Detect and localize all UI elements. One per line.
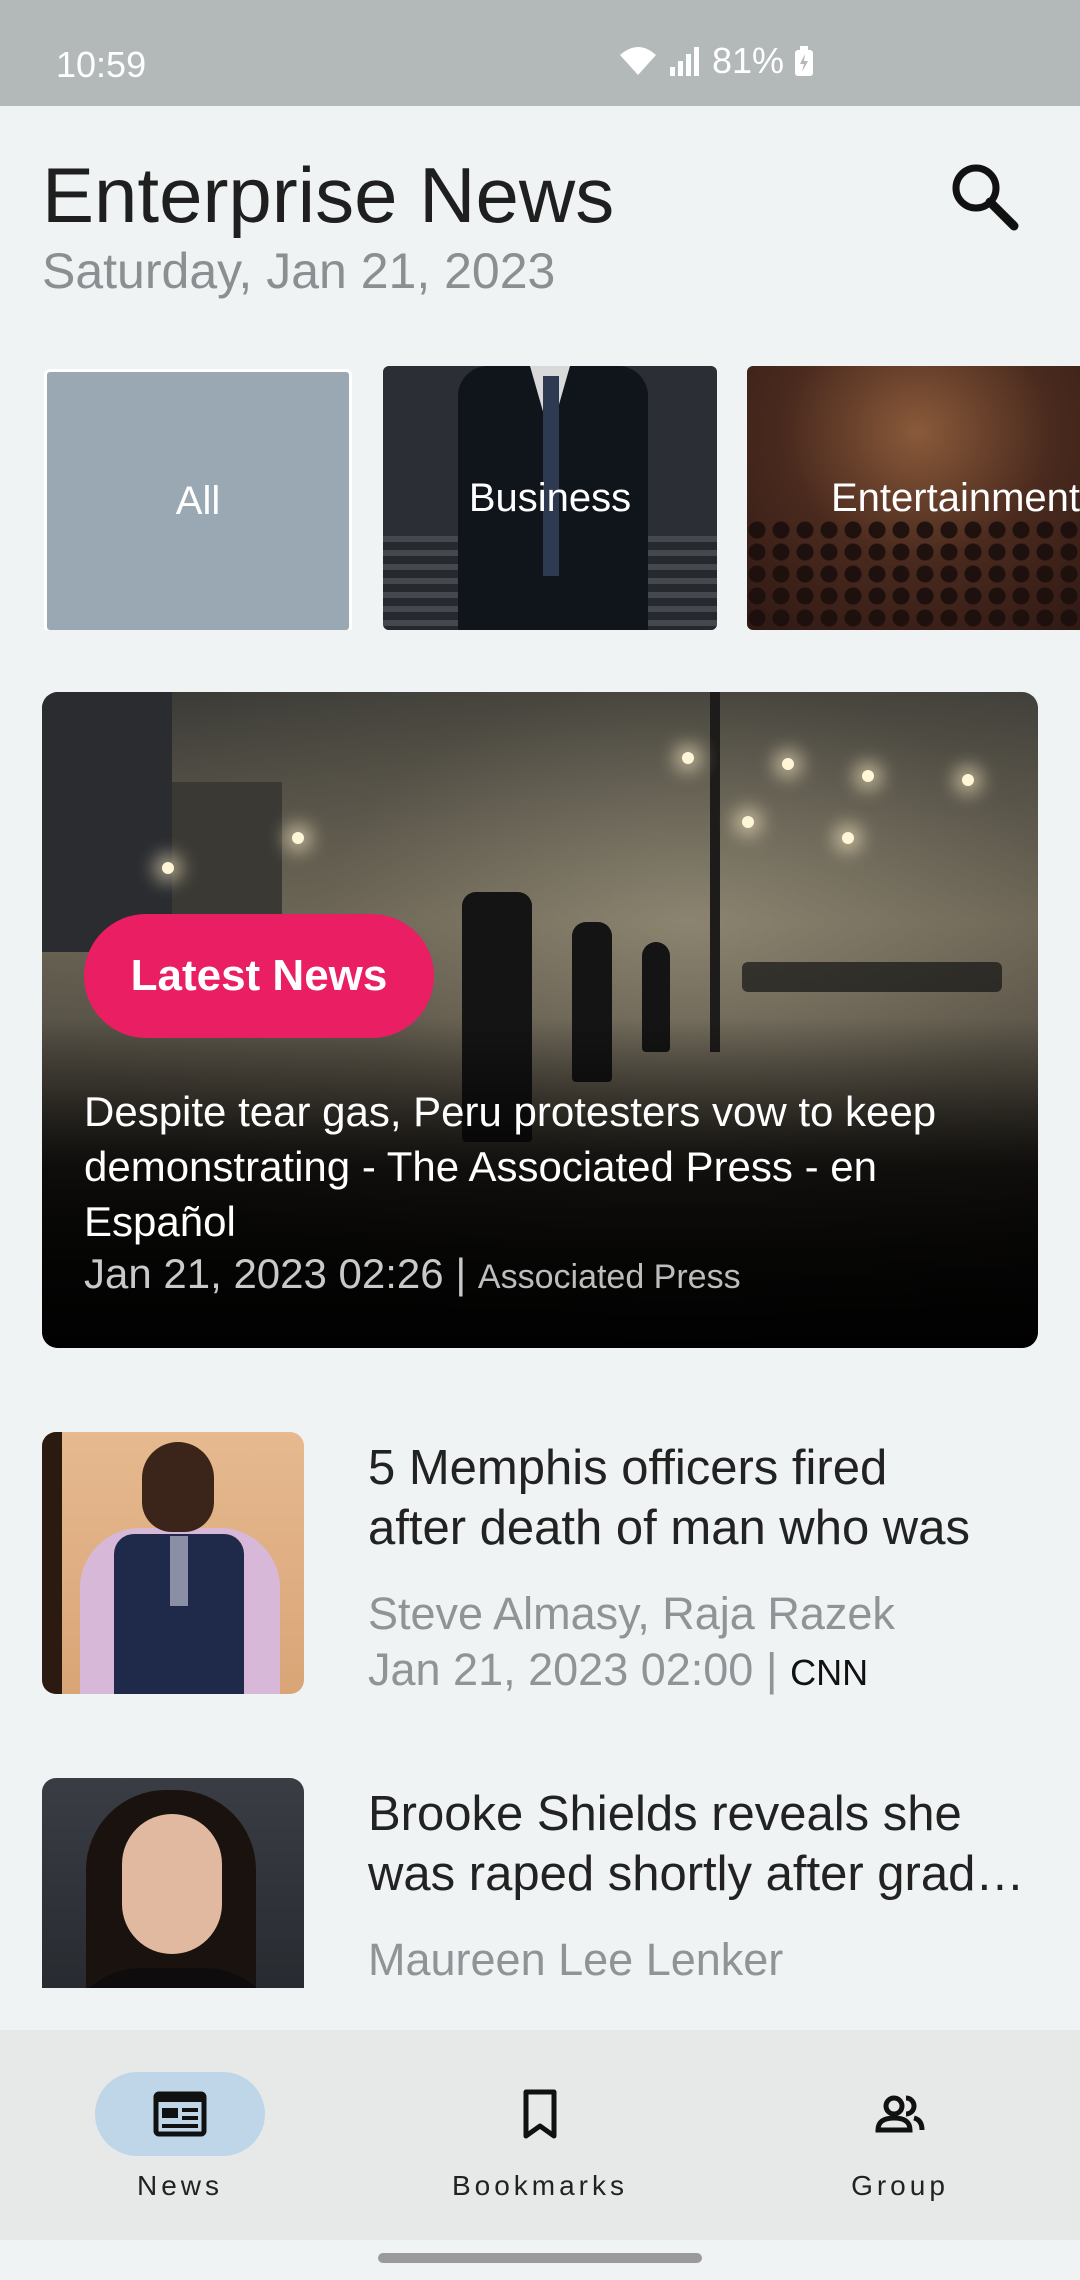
bottom-navigation: News Bookmarks Group <box>0 2030 1080 2240</box>
category-business[interactable]: Business <box>383 366 717 630</box>
search-button[interactable] <box>944 156 1024 236</box>
category-all[interactable]: All <box>44 369 352 630</box>
category-label: All <box>175 478 221 523</box>
nav-item-group[interactable]: Group <box>792 2072 1012 2202</box>
page-date: Saturday, Jan 21, 2023 <box>42 243 556 299</box>
group-icon <box>875 2095 925 2133</box>
featured-source: Associated Press <box>477 1258 741 1296</box>
category-list: All Business Entertainment <box>0 366 1080 630</box>
article-thumbnail <box>42 1778 304 1988</box>
search-icon <box>952 164 1019 231</box>
page-title: Enterprise News <box>42 151 615 239</box>
featured-title: Despite tear gas, Peru protesters vow to… <box>84 1088 937 1245</box>
category-image <box>747 520 1080 630</box>
featured-date: Jan 21, 2023 02:26 <box>84 1250 444 1297</box>
latest-news-badge: Latest News <box>84 914 434 1038</box>
gesture-bar[interactable] <box>378 2253 702 2263</box>
nav-item-bookmarks[interactable]: Bookmarks <box>432 2072 652 2202</box>
article-meta: Jan 21, 2023 02:00 | CNN <box>368 1644 868 1696</box>
article-author: Steve Almasy, Raja Razek <box>368 1588 895 1639</box>
article-thumbnail <box>42 1432 304 1694</box>
article-date: Jan 21, 2023 02:00 <box>368 1644 754 1695</box>
bookmark-icon <box>523 2089 557 2139</box>
article-title: Brooke Shields reveals she was raped sho… <box>368 1787 1028 1901</box>
article-title: 5 Memphis officers fired after death of … <box>368 1441 970 1555</box>
category-label: Entertainment <box>831 475 1080 520</box>
signal-icon <box>670 47 699 76</box>
article-item[interactable]: 5 Memphis officers fired after death of … <box>0 1432 1080 1696</box>
nav-item-news[interactable]: News <box>72 2072 292 2202</box>
battery-icon <box>795 46 814 76</box>
category-label: Business <box>468 475 632 520</box>
status-bar: 10:59 81% <box>0 0 1080 106</box>
status-icons: 81% <box>618 40 814 82</box>
nav-label: Group <box>851 2170 949 2201</box>
category-entertainment[interactable]: Entertainment <box>747 366 1080 630</box>
article-author: Maureen Lee Lenker <box>368 1934 784 1985</box>
wifi-icon <box>620 47 656 75</box>
newspaper-icon <box>153 2091 207 2137</box>
nav-label: Bookmarks <box>451 2170 629 2201</box>
meta-separator: | <box>455 1250 467 1297</box>
meta-separator: | <box>765 1644 778 1695</box>
article-source: CNN <box>790 1652 869 1693</box>
article-item[interactable]: Brooke Shields reveals she was raped sho… <box>0 1778 1080 1988</box>
nav-label: News <box>136 2170 223 2201</box>
status-time: 10:59 <box>56 44 147 85</box>
featured-meta: Jan 21, 2023 02:26 | Associated Press <box>84 1250 741 1298</box>
featured-article-card[interactable]: Latest News Despite tear gas, Peru prote… <box>42 692 1038 1348</box>
battery-percent: 81% <box>712 40 785 81</box>
